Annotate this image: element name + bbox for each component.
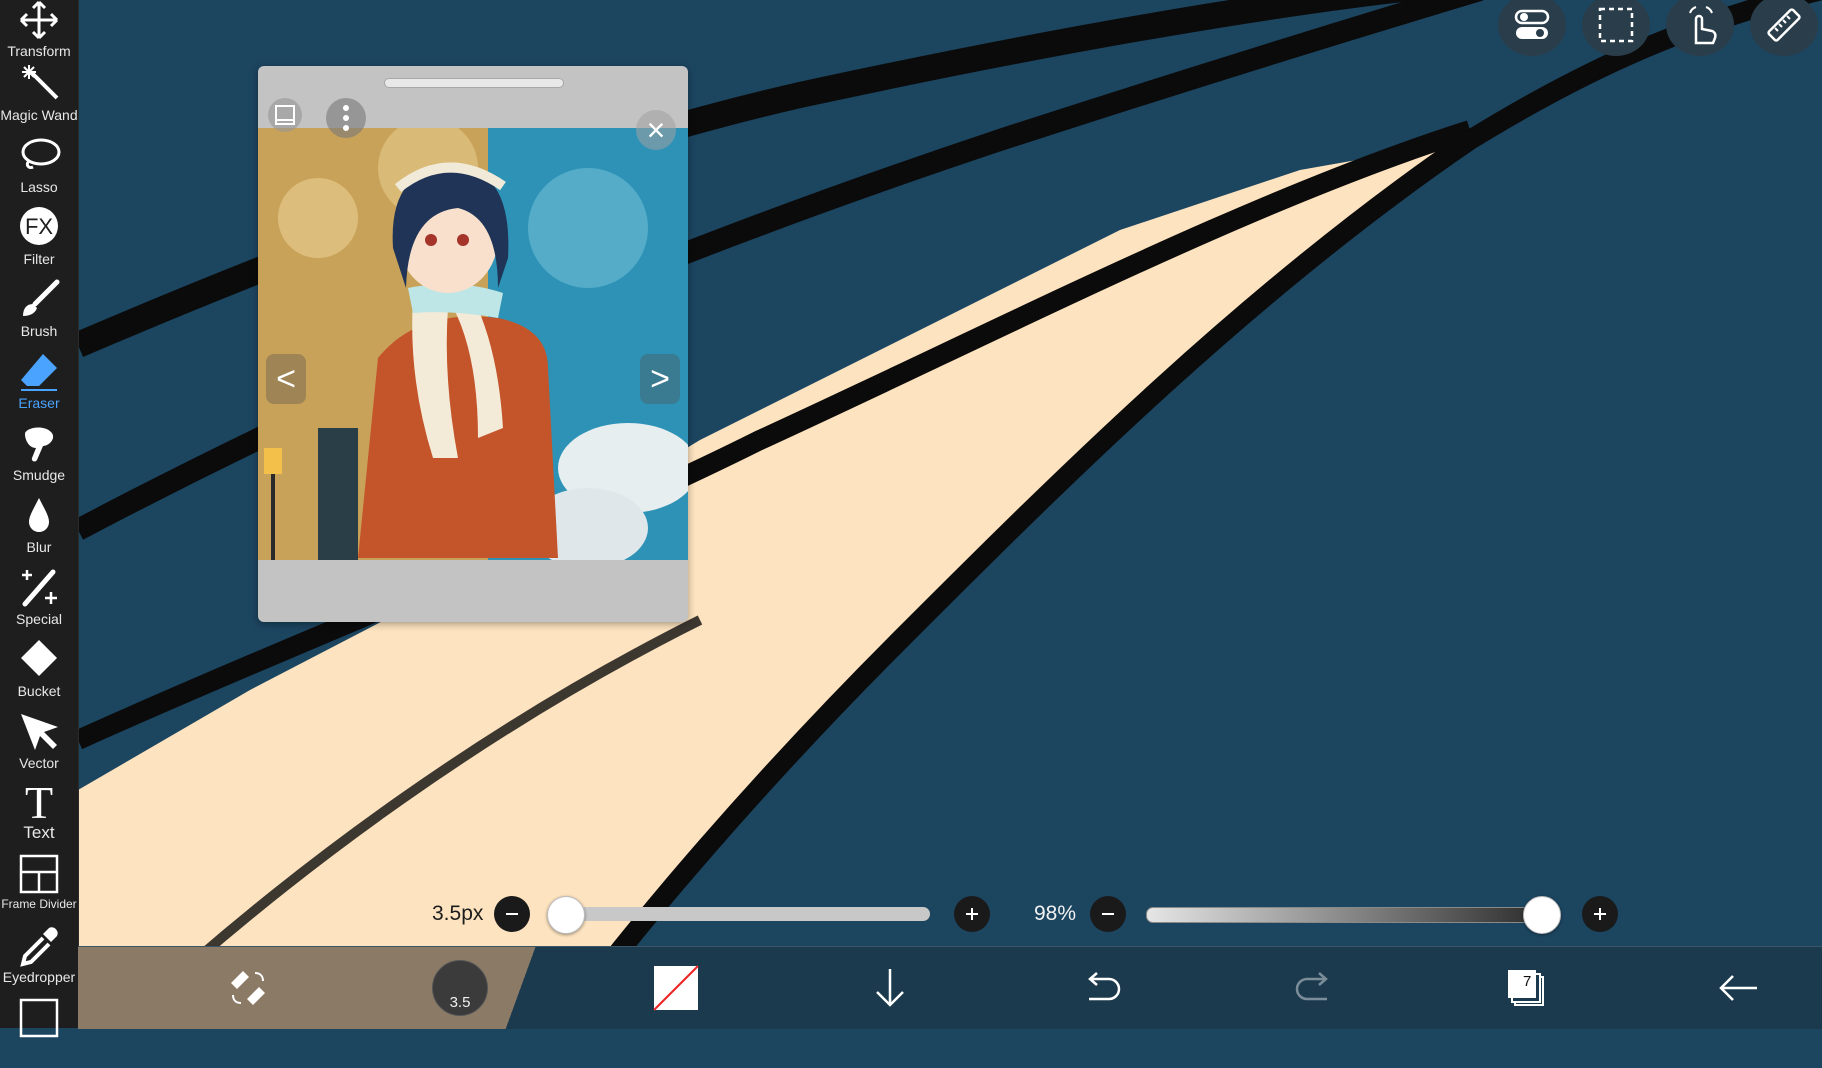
reference-layer-icon (275, 105, 295, 125)
tool-label: Frame Divider (1, 897, 77, 911)
tool-eyedropper[interactable]: Eyedropper (0, 924, 78, 996)
bottom-bar-canvas-overlay (78, 947, 568, 1029)
text-icon: T (25, 778, 53, 822)
tool-frame-divider[interactable]: Frame Divider (0, 852, 78, 924)
back-button[interactable] (1708, 947, 1768, 1029)
eraser-swap-icon (231, 971, 265, 1005)
tool-more[interactable] (0, 996, 78, 1068)
eraser-swap-button[interactable] (218, 947, 278, 1029)
tool-label: Smudge (12, 467, 66, 483)
color-swatch-icon (653, 965, 699, 1011)
selection-marquee-icon (1598, 7, 1634, 43)
tool-label: Eraser (18, 395, 60, 411)
frame-divider-icon (19, 854, 59, 894)
bottom-action-bar: 3.5 7 (78, 946, 1822, 1029)
tool-blur[interactable]: Blur (0, 494, 78, 566)
tool-label: Blur (26, 539, 52, 555)
close-reference-button[interactable]: × (636, 110, 676, 150)
tool-bucket[interactable]: Bucket (0, 638, 78, 710)
tool-smudge[interactable]: Smudge (0, 422, 78, 494)
next-reference-button[interactable]: > (640, 354, 680, 404)
redo-icon (1295, 972, 1328, 1001)
minus-icon (1102, 913, 1114, 915)
more-options-icon (343, 105, 349, 131)
tool-filter[interactable]: FX Filter (0, 206, 78, 278)
eraser-icon (21, 354, 57, 391)
tool-special[interactable]: Special (0, 566, 78, 638)
brush-size-label: 3.5px (432, 902, 484, 925)
reference-layer-button[interactable] (268, 98, 302, 132)
tool-lasso[interactable]: Lasso (0, 134, 78, 206)
reference-window-drag-handle[interactable] (384, 78, 564, 88)
tool-vector[interactable]: Vector (0, 710, 78, 782)
fx-icon: FX (20, 207, 58, 245)
tool-label: Vector (19, 755, 59, 771)
sparkle-brush-icon (22, 569, 57, 607)
fx-glyph: FX (25, 214, 53, 239)
reference-image (258, 128, 688, 560)
frame-icon (19, 998, 59, 1038)
color-swatch-button[interactable] (646, 947, 706, 1029)
next-arrow-icon: > (650, 359, 670, 398)
undo-button[interactable] (1072, 947, 1132, 1029)
brush-size-decrease-button[interactable] (494, 896, 530, 932)
reference-window[interactable]: × < > (258, 66, 688, 622)
lasso-icon (21, 138, 61, 169)
download-arrow-icon (876, 969, 904, 1007)
previous-reference-button[interactable]: < (266, 354, 306, 404)
brush-icon (23, 279, 60, 316)
cursor-arrow-icon (21, 714, 58, 750)
move-arrows-icon (19, 0, 59, 40)
opacity-slider[interactable] (1146, 896, 1561, 934)
hand-gesture-icon (1689, 6, 1717, 45)
tool-transform[interactable]: Transform (0, 0, 78, 70)
droplet-icon (29, 498, 49, 532)
minus-icon (506, 913, 518, 915)
tool-label: Text (23, 823, 55, 842)
tool-text[interactable]: T Text (0, 778, 78, 850)
opacity-decrease-button[interactable] (1090, 896, 1126, 932)
opacity-increase-button[interactable] (1582, 896, 1618, 932)
text-glyph: T (25, 778, 53, 822)
tool-label: Bucket (17, 683, 61, 699)
tool-label: Transform (7, 43, 71, 59)
opacity-thumb[interactable] (1522, 896, 1561, 934)
tool-label: Lasso (20, 179, 58, 195)
tool-label: Brush (20, 323, 58, 339)
layers-button[interactable]: 7 (1496, 947, 1556, 1029)
plus-icon (966, 908, 978, 920)
brush-size-increase-button[interactable] (954, 896, 990, 932)
opacity-label: 98% (1034, 902, 1077, 925)
download-button[interactable] (860, 947, 920, 1029)
back-arrow-icon (1719, 975, 1757, 1001)
toggle-switches-icon (1514, 9, 1550, 39)
brush-size-preview-icon: 3.5 (432, 960, 488, 1016)
tool-label: Eyedropper (2, 969, 76, 985)
previous-arrow-icon: < (276, 359, 296, 398)
magic-wand-icon (22, 65, 59, 100)
tool-brush[interactable]: Brush (0, 278, 78, 350)
redo-button[interactable] (1284, 947, 1344, 1029)
tool-eraser[interactable]: Eraser (0, 350, 78, 422)
tool-magic-wand[interactable]: Magic Wand (0, 62, 78, 134)
bucket-icon (21, 640, 57, 676)
tool-label: Magic Wand (0, 107, 78, 123)
brush-size-preview-value: 3.5 (449, 994, 471, 1011)
close-icon: × (646, 112, 666, 148)
more-options-button[interactable] (326, 98, 366, 138)
eyedropper-icon (20, 927, 58, 967)
tool-sidebar: Transform Magic Wand Lasso FX Filter Bru… (0, 0, 79, 1038)
tool-label: Special (16, 611, 62, 627)
ruler-icon (1767, 8, 1801, 42)
brush-size-slider[interactable] (547, 896, 930, 934)
layers-count: 7 (1523, 973, 1532, 990)
brush-size-preview-button[interactable]: 3.5 (430, 947, 490, 1029)
plus-icon (1594, 908, 1606, 920)
undo-icon (1088, 972, 1121, 1001)
tool-label: Filter (23, 251, 55, 267)
smudge-icon (25, 427, 54, 462)
